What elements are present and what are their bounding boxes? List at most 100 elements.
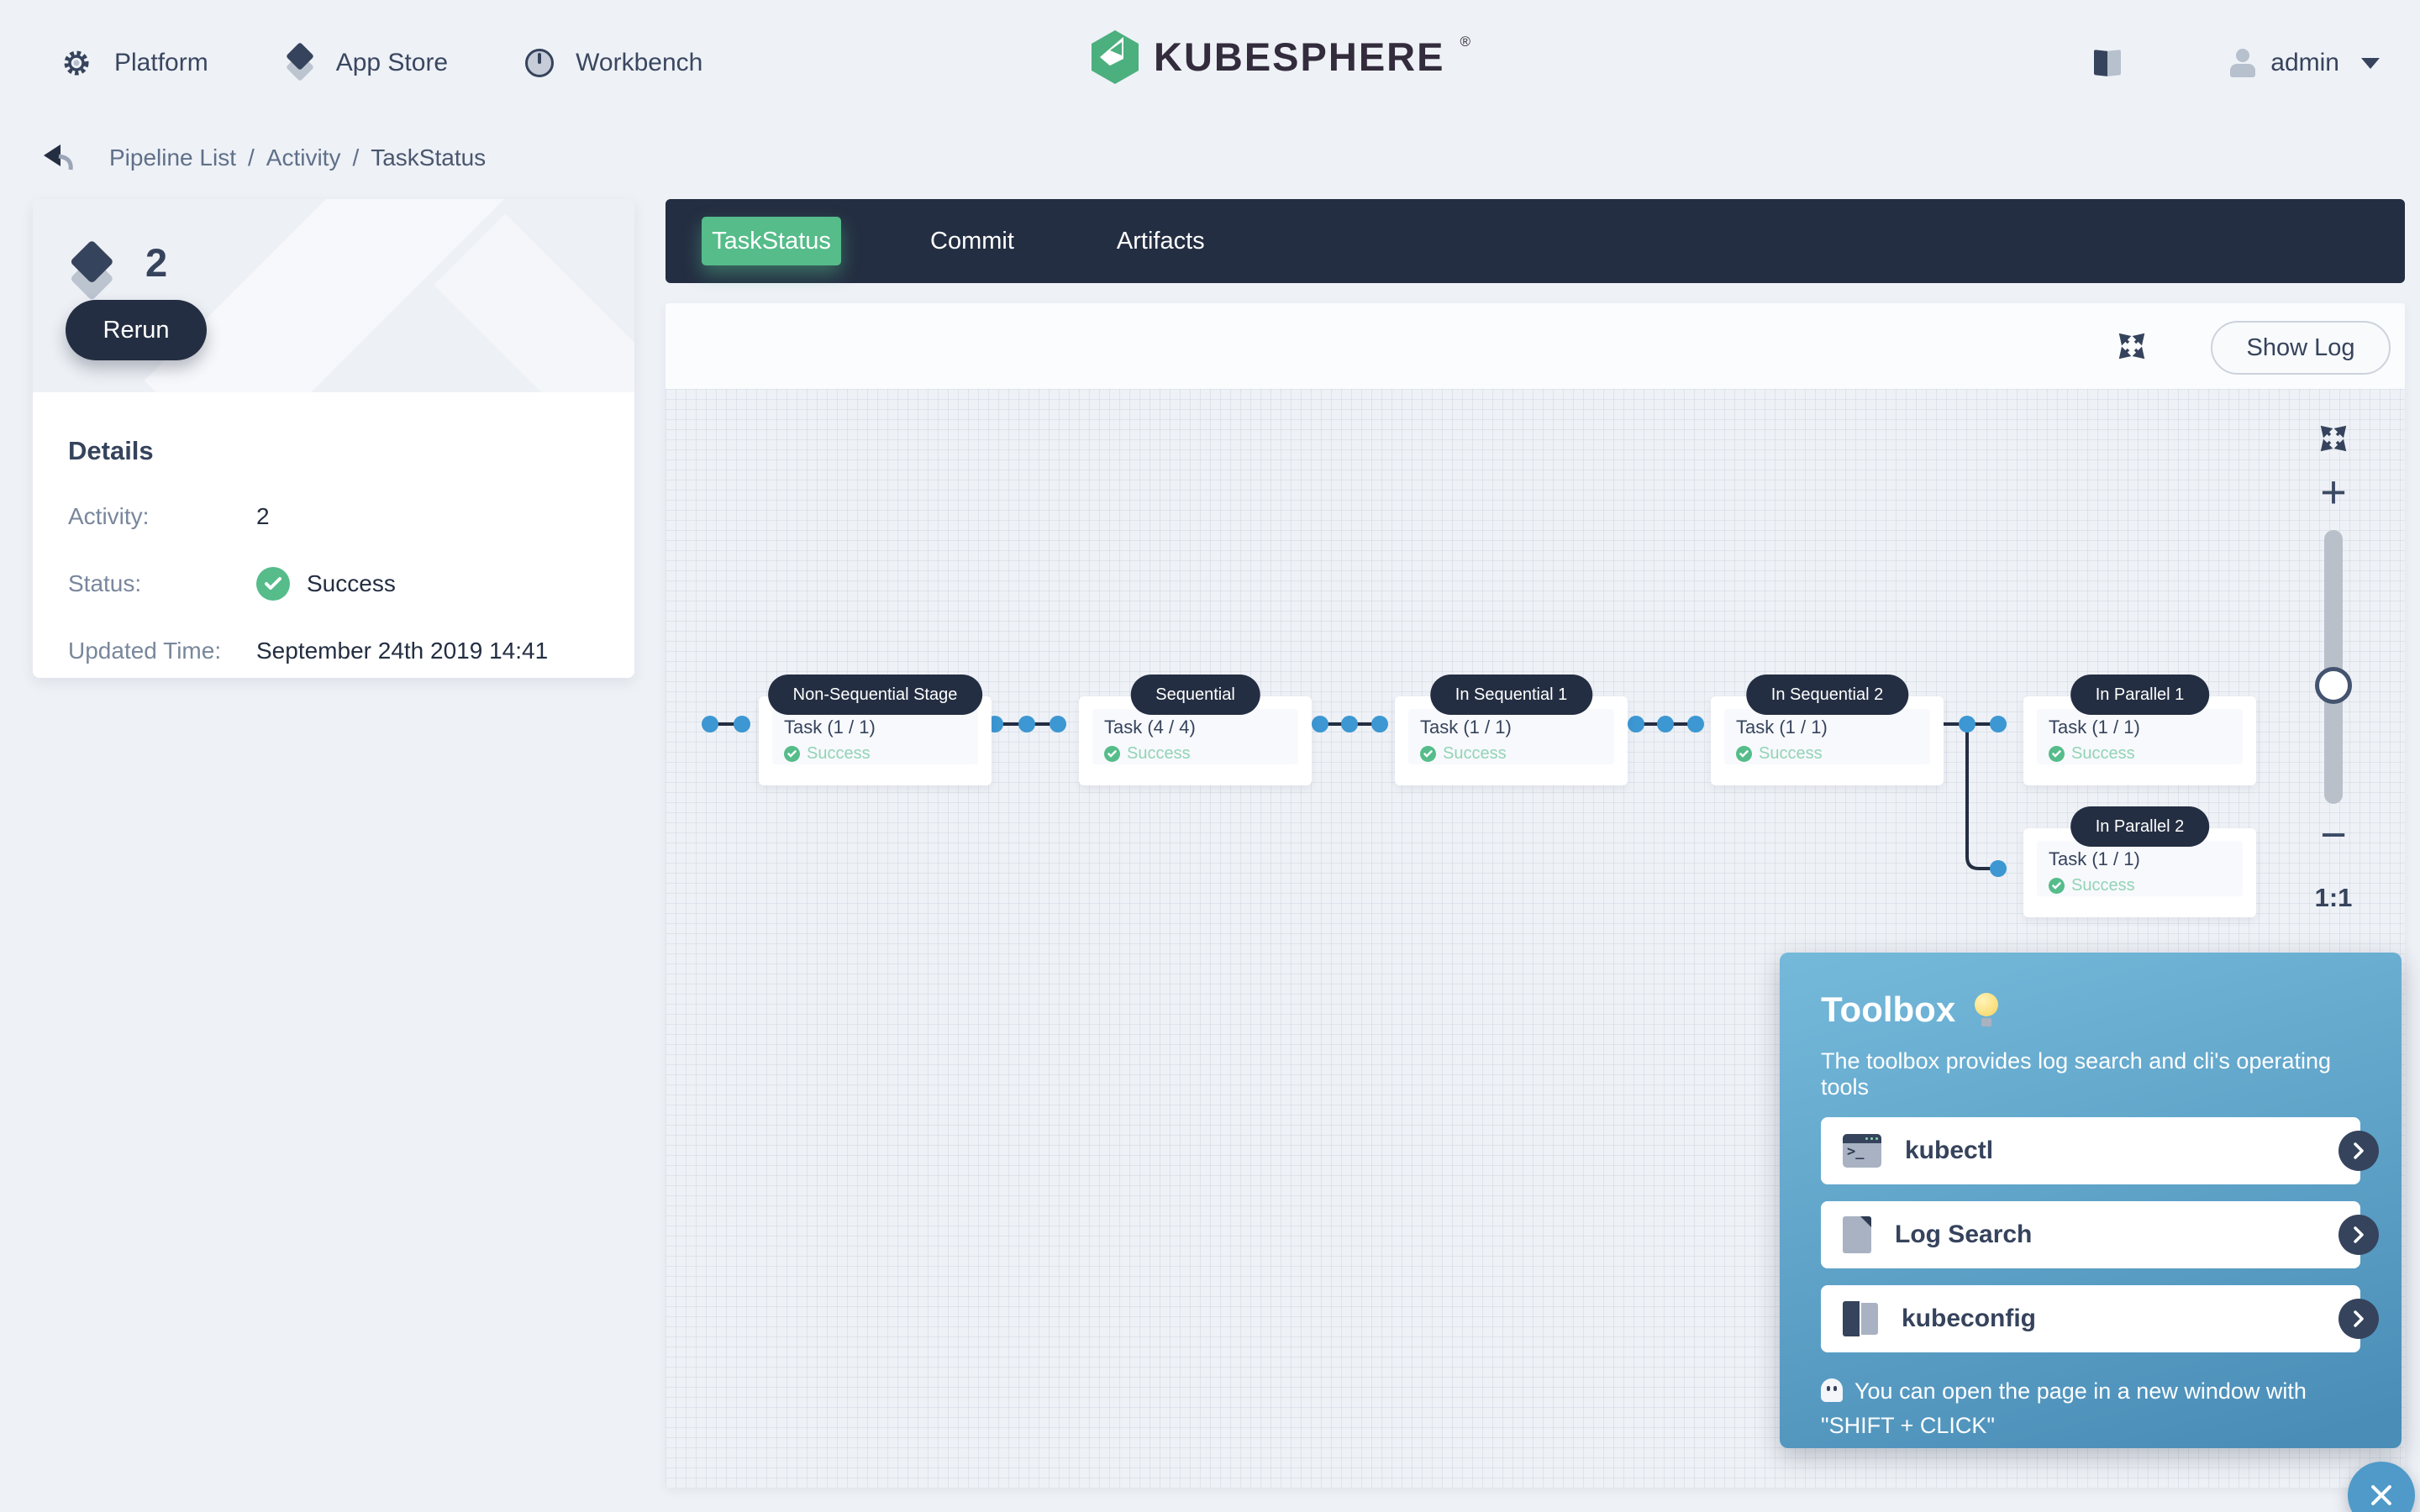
kubesphere-logo[interactable]: KUBESPHERE ® <box>1092 30 1470 84</box>
task-item[interactable]: Task (1 / 1) Success <box>772 709 978 764</box>
kubesphere-taskstatus-page: { "nav": { "platform": "Platform", "app_… <box>0 0 2420 1512</box>
kubesphere-logo-mark <box>1092 30 1139 84</box>
details-title: Details <box>68 436 599 466</box>
success-check-icon <box>256 567 290 601</box>
task-status-text: Success <box>1443 744 1507 764</box>
breadcrumb-pipeline-list[interactable]: Pipeline List <box>109 144 236 171</box>
activity-icon <box>70 246 114 298</box>
document-icon <box>1843 1216 1871 1253</box>
toolbox-title: Toolbox <box>1821 990 1955 1030</box>
tab-commit[interactable]: Commit <box>930 228 1014 255</box>
chevron-right-icon[interactable] <box>2338 1131 2379 1171</box>
pipeline-stage: Sequential Task (4 / 4) Success <box>1079 696 1312 785</box>
task-title: Task (1 / 1) <box>2049 848 2231 870</box>
task-status-text: Success <box>1127 744 1191 764</box>
breadcrumb-separator: / <box>248 144 255 171</box>
ghost-icon <box>1821 1378 1843 1402</box>
breadcrumb: Pipeline List / Activity / TaskStatus <box>40 141 486 175</box>
updated-time-value: September 24th 2019 14:41 <box>256 638 548 664</box>
zoom-slider-handle[interactable] <box>2315 667 2352 704</box>
summary-card-header: 2 Rerun <box>33 199 634 392</box>
task-status-text: Success <box>2071 744 2135 764</box>
breadcrumb-activity[interactable]: Activity <box>266 144 341 171</box>
pipeline-stage: In Parallel 1 Task (1 / 1) Success <box>2023 696 2256 785</box>
graph-toolbar: Show Log <box>666 303 2405 389</box>
task-item[interactable]: Task (4 / 4) Success <box>1092 709 1298 764</box>
fullscreen-icon[interactable] <box>2116 330 2148 362</box>
success-check-icon <box>2049 746 2065 762</box>
toolbox-item-label: kubeconfig <box>1902 1305 2036 1333</box>
task-item[interactable]: Task (1 / 1) Success <box>1724 709 1930 764</box>
chevron-down-icon[interactable] <box>2361 58 2380 69</box>
detail-row-activity: Activity: 2 <box>68 503 599 530</box>
task-title: Task (4 / 4) <box>1104 717 1286 738</box>
logo-registered-mark: ® <box>1460 34 1470 50</box>
nav-label-workbench: Workbench <box>576 49 702 77</box>
task-title: Task (1 / 1) <box>2049 717 2231 738</box>
task-status-text: Success <box>807 744 871 764</box>
zoom-ratio-label[interactable]: 1:1 <box>2304 883 2363 913</box>
user-avatar-icon <box>2230 49 2255 77</box>
rerun-button[interactable]: Rerun <box>66 300 207 360</box>
stage-label: In Sequential 1 <box>1430 675 1592 715</box>
pipeline-stage: In Sequential 2 Task (1 / 1) Success <box>1711 696 1944 785</box>
zoom-in-button[interactable]: + <box>2304 466 2363 518</box>
toolbox-item-log-search[interactable]: Log Search <box>1821 1201 2360 1268</box>
docs-book-icon[interactable] <box>2094 50 2121 76</box>
zoom-out-button[interactable]: − <box>2304 809 2363 861</box>
task-status-text: Success <box>2071 876 2135 895</box>
success-check-icon <box>2049 878 2065 894</box>
app-store-icon <box>286 46 314 80</box>
task-title: Task (1 / 1) <box>1420 717 1602 738</box>
show-log-button[interactable]: Show Log <box>2211 321 2391 375</box>
card-watermark <box>434 213 634 392</box>
chevron-right-icon[interactable] <box>2338 1299 2379 1339</box>
task-status-text: Success <box>1759 744 1823 764</box>
tab-artifacts[interactable]: Artifacts <box>1117 228 1205 255</box>
task-title: Task (1 / 1) <box>784 717 966 738</box>
task-item[interactable]: Task (1 / 1) Success <box>2037 709 2243 764</box>
detail-row-status: Status: Success <box>68 567 599 601</box>
success-check-icon <box>1736 746 1752 762</box>
canvas-fullscreen-icon[interactable] <box>2317 423 2349 454</box>
stage-label: In Parallel 1 <box>2070 675 2210 715</box>
stage-label: Non-Sequential Stage <box>768 675 983 715</box>
status-badge: Success <box>307 570 396 597</box>
tab-taskstatus[interactable]: TaskStatus <box>702 217 841 265</box>
breadcrumb-current: TaskStatus <box>371 144 486 171</box>
terminal-icon: >_ <box>1843 1134 1881 1168</box>
nav-item-app-store[interactable]: App Store <box>286 46 448 80</box>
pipeline-stage: Non-Sequential Stage Task (1 / 1) Succes… <box>759 696 992 785</box>
pipeline-stage: In Parallel 2 Task (1 / 1) Success <box>2023 828 2256 917</box>
book-icon <box>1843 1301 1878 1336</box>
stage-label: In Sequential 2 <box>1746 675 1908 715</box>
user-menu[interactable]: admin <box>2270 49 2339 77</box>
toolbox-item-kubeconfig[interactable]: kubeconfig <box>1821 1285 2360 1352</box>
top-nav: Platform App Store Workbench KUBESPHERE … <box>0 0 2420 126</box>
success-check-icon <box>1104 746 1120 762</box>
detail-row-updated: Updated Time: September 24th 2019 14:41 <box>68 638 599 664</box>
back-arrow-icon[interactable] <box>40 141 77 175</box>
activity-value: 2 <box>256 503 270 530</box>
task-title: Task (1 / 1) <box>1736 717 1918 738</box>
toolbox-item-kubectl[interactable]: >_ kubectl <box>1821 1117 2360 1184</box>
success-check-icon <box>784 746 800 762</box>
bulb-icon <box>1974 993 1999 1026</box>
success-check-icon <box>1420 746 1436 762</box>
activity-number: 2 <box>145 239 167 286</box>
task-item[interactable]: Task (1 / 1) Success <box>2037 841 2243 896</box>
toolbox-subtitle: The toolbox provides log search and cli'… <box>1821 1048 2360 1100</box>
nav-label-app-store: App Store <box>336 49 448 77</box>
toolbox-item-label: kubectl <box>1905 1137 1993 1165</box>
status-label: Status: <box>68 570 256 597</box>
updated-time-label: Updated Time: <box>68 638 256 664</box>
task-item[interactable]: Task (1 / 1) Success <box>1408 709 1614 764</box>
nav-item-workbench[interactable]: Workbench <box>525 49 702 77</box>
chevron-right-icon[interactable] <box>2338 1215 2379 1255</box>
toolbox-panel: Toolbox The toolbox provides log search … <box>1780 953 2402 1448</box>
nav-item-platform[interactable]: Platform <box>60 47 208 79</box>
toolbox-item-label: Log Search <box>1895 1221 2032 1249</box>
gear-icon <box>60 47 92 79</box>
logo-wordmark: KUBESPHERE <box>1154 30 1444 84</box>
activity-label: Activity: <box>68 503 256 530</box>
